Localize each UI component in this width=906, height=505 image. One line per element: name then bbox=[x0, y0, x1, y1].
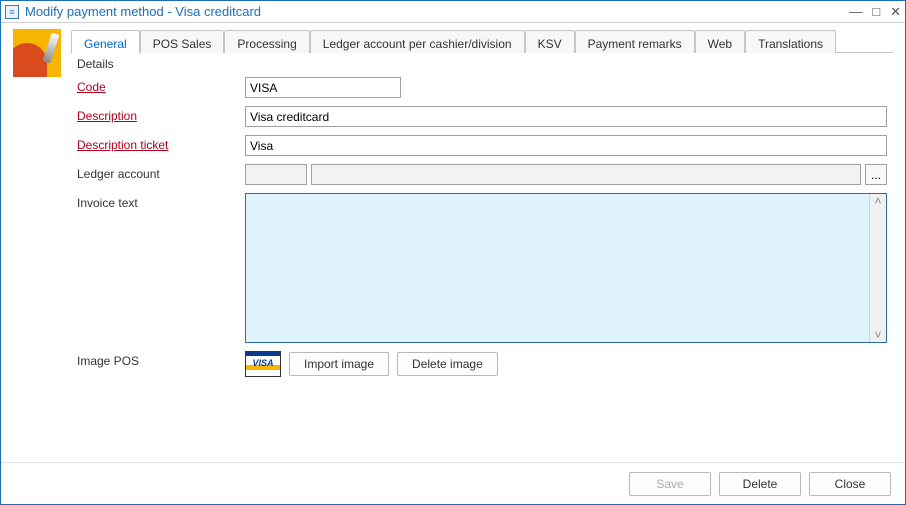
scroll-up-icon[interactable]: ˄ bbox=[874, 194, 881, 208]
tab-label: Payment remarks bbox=[588, 37, 682, 51]
tab-label: POS Sales bbox=[153, 37, 212, 51]
tab-label: Ledger account per cashier/division bbox=[323, 37, 512, 51]
app-icon bbox=[5, 5, 19, 19]
ellipsis-icon: ... bbox=[871, 168, 881, 182]
invoice-text-area[interactable]: ˄ ˅ bbox=[245, 193, 887, 343]
row-invoice-text: Invoice text ˄ ˅ bbox=[77, 193, 887, 343]
tab-general[interactable]: General bbox=[71, 30, 140, 54]
window-controls: — □ ✕ bbox=[849, 5, 901, 18]
payment-image-icon bbox=[13, 29, 61, 77]
import-image-button[interactable]: Import image bbox=[289, 352, 389, 376]
label-description-ticket: Description ticket bbox=[77, 135, 245, 152]
tab-translations[interactable]: Translations bbox=[745, 30, 836, 53]
window-title: Modify payment method - Visa creditcard bbox=[25, 4, 849, 19]
description-ticket-input[interactable] bbox=[245, 135, 887, 156]
titlebar: Modify payment method - Visa creditcard … bbox=[1, 1, 905, 23]
save-button[interactable]: Save bbox=[629, 472, 711, 496]
maximize-icon[interactable]: □ bbox=[872, 5, 880, 18]
label-invoice-text: Invoice text bbox=[77, 193, 245, 210]
tab-label: Processing bbox=[237, 37, 296, 51]
ledger-name-input[interactable] bbox=[311, 164, 861, 185]
close-button[interactable]: Close bbox=[809, 472, 891, 496]
label-ledger-account: Ledger account bbox=[77, 164, 245, 181]
visa-logo-text: VISA bbox=[252, 358, 273, 368]
label-image-pos: Image POS bbox=[77, 351, 245, 368]
minimize-icon[interactable]: — bbox=[849, 5, 862, 18]
tab-label: General bbox=[84, 37, 127, 51]
content-area: General POS Sales Processing Ledger acco… bbox=[1, 23, 905, 462]
tab-pos-sales[interactable]: POS Sales bbox=[140, 30, 225, 53]
tab-bar: General POS Sales Processing Ledger acco… bbox=[71, 29, 893, 53]
label-code: Code bbox=[77, 77, 245, 94]
delete-image-button[interactable]: Delete image bbox=[397, 352, 498, 376]
image-pos-thumbnail: VISA bbox=[245, 351, 281, 377]
scroll-down-icon[interactable]: ˅ bbox=[874, 328, 881, 342]
ledger-code-input[interactable] bbox=[245, 164, 307, 185]
tab-ksv[interactable]: KSV bbox=[525, 30, 575, 53]
scrollbar[interactable]: ˄ ˅ bbox=[869, 194, 886, 342]
tab-processing[interactable]: Processing bbox=[224, 30, 309, 53]
ledger-browse-button[interactable]: ... bbox=[865, 164, 887, 185]
row-description-ticket: Description ticket bbox=[77, 135, 887, 156]
code-input[interactable] bbox=[245, 77, 401, 98]
description-input[interactable] bbox=[245, 106, 887, 127]
row-description: Description bbox=[77, 106, 887, 127]
tab-label: KSV bbox=[538, 37, 562, 51]
row-ledger-account: Ledger account ... bbox=[77, 164, 887, 185]
tab-payment-remarks[interactable]: Payment remarks bbox=[575, 30, 695, 53]
row-code: Code bbox=[77, 77, 887, 98]
tab-label: Web bbox=[708, 37, 732, 51]
details-section: Code Description Description ticket bbox=[71, 71, 893, 391]
tab-web[interactable]: Web bbox=[695, 30, 745, 53]
delete-button[interactable]: Delete bbox=[719, 472, 801, 496]
label-description: Description bbox=[77, 106, 245, 123]
footer-bar: Save Delete Close bbox=[1, 462, 905, 504]
tab-ledger[interactable]: Ledger account per cashier/division bbox=[310, 30, 525, 53]
modify-payment-window: Modify payment method - Visa creditcard … bbox=[0, 0, 906, 505]
row-image-pos: Image POS VISA Import image Delete image bbox=[77, 351, 887, 377]
tab-label: Translations bbox=[758, 37, 823, 51]
close-icon[interactable]: ✕ bbox=[890, 5, 901, 18]
section-title: Details bbox=[77, 57, 893, 71]
